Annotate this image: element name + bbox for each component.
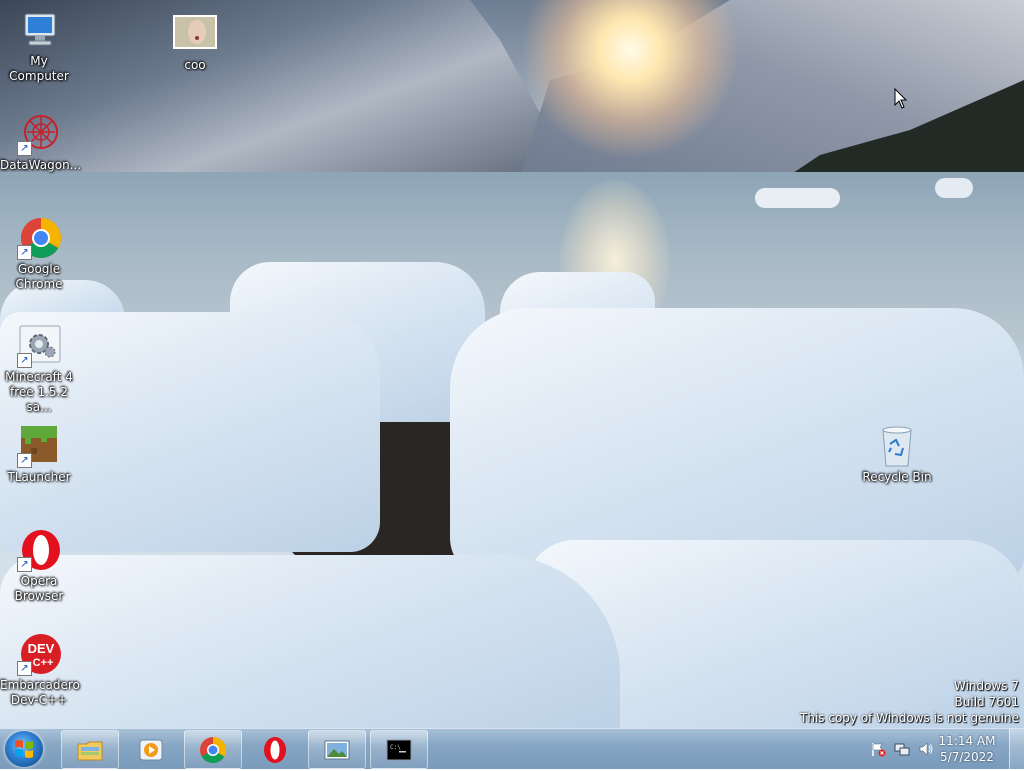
folder-icon: [77, 741, 103, 761]
datawagon-icon: ↗: [17, 112, 61, 156]
mouse-cursor-icon: [894, 87, 908, 114]
taskbar-item-windows-explorer[interactable]: [61, 730, 119, 769]
taskbar-item-opera[interactable]: [246, 730, 304, 769]
desktop[interactable]: My Computer coo ↗ DataWagon... ↗ Google …: [0, 0, 1024, 728]
show-desktop-button[interactable]: [1009, 729, 1024, 769]
taskbar-item-media-player[interactable]: [122, 730, 180, 769]
taskbar: C:\ 11:14 AM 5/7/2022: [0, 728, 1024, 769]
watermark-genuine-notice: This copy of Windows is not genuine: [800, 711, 1019, 725]
windows-logo-icon: [15, 740, 33, 758]
desktop-icon-label: Recycle Bin: [862, 470, 932, 484]
desktop-icon-label: Embarcadero Dev-C++: [0, 678, 80, 707]
taskbar-item-command-prompt[interactable]: C:\: [370, 730, 428, 769]
clock-time: 11:14 AM: [938, 734, 996, 748]
action-center-flag-icon[interactable]: [870, 741, 886, 757]
desktop-icon-minecraft[interactable]: ↗ Minecraft 4 free 1.5.2 sa...: [0, 324, 78, 415]
shortcut-arrow-icon: ↗: [17, 661, 32, 676]
desktop-icon-label: Minecraft 4 free 1.5.2 sa...: [5, 370, 73, 414]
windows-watermark: Windows 7 Build 7601 This copy of Window…: [800, 678, 1019, 726]
system-tray: 11:14 AM 5/7/2022: [864, 729, 1024, 769]
desktop-icon-recycle-bin[interactable]: Recycle Bin: [858, 424, 936, 485]
shortcut-arrow-icon: ↗: [17, 245, 32, 260]
desktop-icon-devcpp[interactable]: DEV C++ ↗ Embarcadero Dev-C++: [0, 632, 80, 708]
cmd-icon: C:\: [386, 739, 412, 761]
watermark-build: Build 7601: [954, 695, 1019, 709]
desktop-icon-google-chrome[interactable]: ↗ Google Chrome: [0, 216, 78, 292]
desktop-icon-datawagon[interactable]: ↗ DataWagon...: [0, 112, 82, 173]
recycle-bin-icon: [875, 424, 919, 468]
opera-icon: ↗: [17, 528, 61, 572]
computer-icon: [17, 8, 61, 52]
desktop-icon-tlauncher[interactable]: ↗ TLauncher: [0, 424, 78, 485]
settings-gear-icon: ↗: [17, 324, 61, 368]
wallpaper-ice-floe: [755, 188, 840, 208]
chrome-icon: ↗: [17, 216, 61, 260]
desktop-icon-label: DataWagon...: [0, 158, 82, 172]
wallpaper-ice-floe: [935, 178, 973, 198]
desktop-icon-opera-browser[interactable]: ↗ Opera Browser: [0, 528, 78, 604]
shortcut-arrow-icon: ↗: [17, 353, 32, 368]
svg-text:C++: C++: [33, 657, 54, 669]
wallpaper-ice: [0, 555, 620, 728]
wallpaper-mountain-left: [0, 0, 580, 178]
opera-icon: [264, 737, 286, 763]
devcpp-icon: DEV C++ ↗: [17, 632, 61, 676]
clock-date: 5/7/2022: [940, 750, 994, 764]
desktop-icon-my-computer[interactable]: My Computer: [0, 8, 78, 84]
desktop-icon-label: coo: [184, 58, 206, 72]
network-icon[interactable]: [894, 741, 910, 757]
desktop-icon-label: TLauncher: [7, 470, 71, 484]
grass-block-icon: ↗: [17, 424, 61, 468]
media-player-icon: [139, 739, 163, 761]
taskbar-clock[interactable]: 11:14 AM 5/7/2022: [932, 733, 1002, 765]
photo-icon: [173, 12, 217, 56]
desktop-icon-label: My Computer: [9, 54, 69, 83]
shortcut-arrow-icon: ↗: [17, 453, 32, 468]
picture-icon: [324, 740, 350, 760]
desktop-icon-label: Opera Browser: [14, 574, 64, 603]
start-button[interactable]: [5, 731, 43, 767]
desktop-icon-label: Google Chrome: [15, 262, 63, 291]
shortcut-arrow-icon: ↗: [17, 141, 32, 156]
watermark-os-name: Windows 7: [953, 679, 1019, 693]
desktop-icon-coo[interactable]: coo: [156, 12, 234, 73]
taskbar-item-google-chrome[interactable]: [184, 730, 242, 769]
svg-text:C:\: C:\: [390, 744, 401, 751]
chrome-icon: [200, 736, 227, 764]
wallpaper-ice: [450, 308, 1024, 578]
shortcut-arrow-icon: ↗: [17, 557, 32, 572]
svg-text:DEV: DEV: [28, 641, 55, 656]
taskbar-item-photo-viewer[interactable]: [308, 730, 366, 769]
